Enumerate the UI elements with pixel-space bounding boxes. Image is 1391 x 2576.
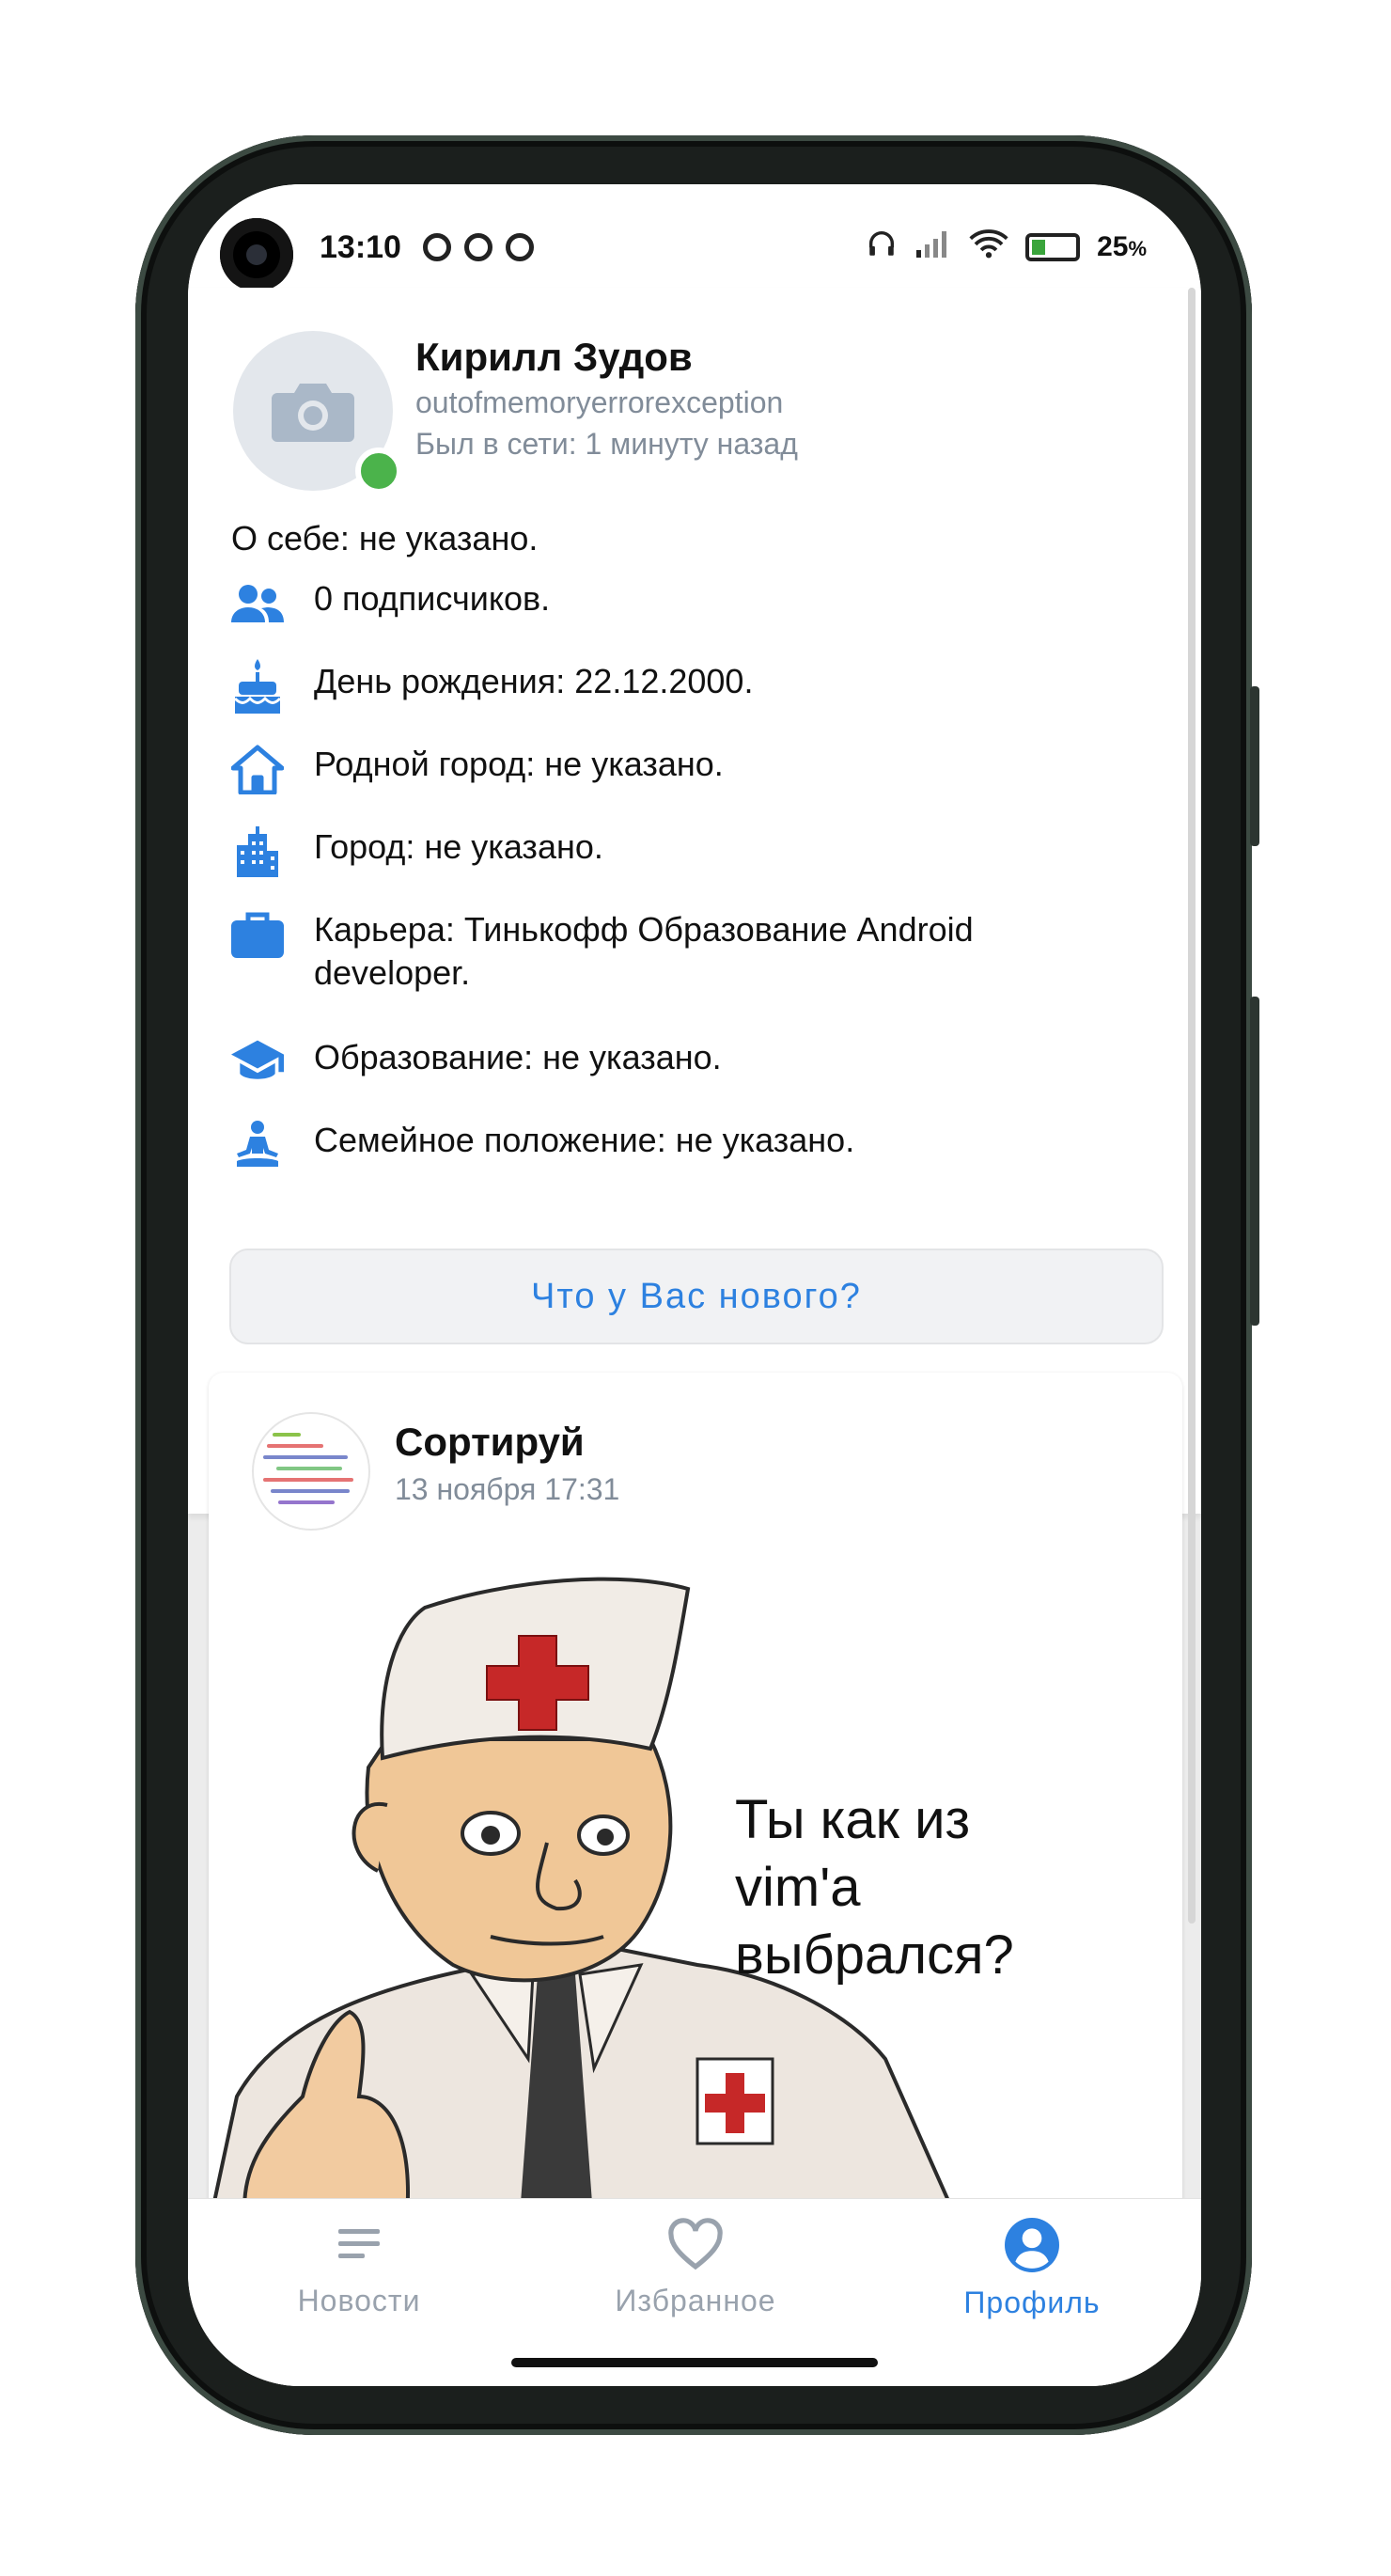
signal-icon: [914, 229, 952, 265]
post-author-avatar[interactable]: [252, 1412, 370, 1531]
camera-icon: [272, 384, 354, 442]
nav-news-label: Новости: [297, 2284, 421, 2317]
nav-favorites-label: Избранное: [615, 2284, 776, 2317]
power-button: [1250, 997, 1259, 1326]
post-date: 13 ноября 17:31: [395, 1472, 620, 1506]
heart-icon: [668, 2218, 723, 2270]
relationship-text: Семейное положение: не указано.: [314, 1121, 855, 1159]
new-post-button[interactable]: Что у Вас нового?: [229, 1249, 1164, 1344]
headphones-icon: [866, 228, 898, 267]
profile-login: outofmemoryerrorexception: [415, 385, 784, 419]
wifi-icon: [969, 228, 1008, 266]
front-camera: [220, 218, 293, 291]
info-row-city: Город: не указано.: [231, 825, 1103, 878]
post-author-name[interactable]: Сортируй: [395, 1420, 585, 1465]
sync-icon: [464, 233, 492, 261]
nav-profile[interactable]: Профиль: [891, 2218, 1173, 2320]
profile-name: Кирилл Зудов: [415, 335, 693, 379]
info-row-education: Образование: не указано.: [231, 1036, 1103, 1089]
info-row-hometown: Родной город: не указано.: [231, 743, 1103, 795]
media-icon: [423, 233, 451, 261]
profile-header: Кирилл Зудов outofmemoryerrorexception Б…: [188, 288, 1201, 1514]
status-icons: 25%: [866, 228, 1147, 267]
profile-icon: [1005, 2218, 1059, 2272]
city-icon: [231, 825, 284, 878]
nav-news[interactable]: Новости: [218, 2218, 500, 2318]
followers-icon: [231, 577, 284, 630]
career-text: Карьера: Тинькофф Образование Android de…: [314, 910, 974, 992]
info-row-birthday: День рождения: 22.12.2000.: [231, 659, 1103, 714]
city-text: Город: не указано.: [314, 827, 603, 866]
education-text: Образование: не указано.: [314, 1038, 722, 1076]
birthday-cake-icon: [231, 659, 284, 714]
scrollbar[interactable]: [1188, 288, 1196, 1924]
hometown-text: Родной город: не указано.: [314, 745, 724, 783]
volume-button: [1250, 686, 1259, 846]
online-status-badge: [355, 448, 402, 495]
followers-count: 0 подписчиков.: [314, 579, 551, 618]
birthday-text: День рождения: 22.12.2000.: [314, 662, 754, 700]
graduation-cap-icon: [231, 1036, 284, 1089]
meme-caption: Ты как из vim'a выбрался?: [735, 1789, 1014, 1986]
nav-profile-label: Профиль: [963, 2285, 1101, 2319]
screen: 13:10 25% Кирилл Зудов outofmemoryerrore…: [188, 184, 1201, 2386]
meditation-icon: [231, 1119, 284, 1171]
info-row-relationship: Семейное положение: не указано.: [231, 1119, 1103, 1171]
about-text: О себе: не указано.: [231, 519, 539, 558]
battery-level: 25%: [1097, 231, 1147, 262]
info-row-followers[interactable]: 0 подписчиков.: [231, 577, 1103, 630]
sync-icon: [506, 233, 534, 261]
home-indicator[interactable]: [511, 2358, 878, 2367]
last-seen: Был в сети: 1 минуту назад: [415, 427, 798, 461]
home-icon: [231, 743, 284, 795]
status-time: 13:10: [320, 229, 401, 265]
nav-favorites[interactable]: Избранное: [555, 2218, 836, 2318]
status-bar: 13:10 25%: [188, 184, 1201, 291]
news-icon: [338, 2229, 380, 2258]
battery-icon: [1025, 233, 1081, 261]
info-row-career: Карьера: Тинькофф Образование Android de…: [231, 908, 1103, 995]
briefcase-icon: [231, 908, 284, 961]
